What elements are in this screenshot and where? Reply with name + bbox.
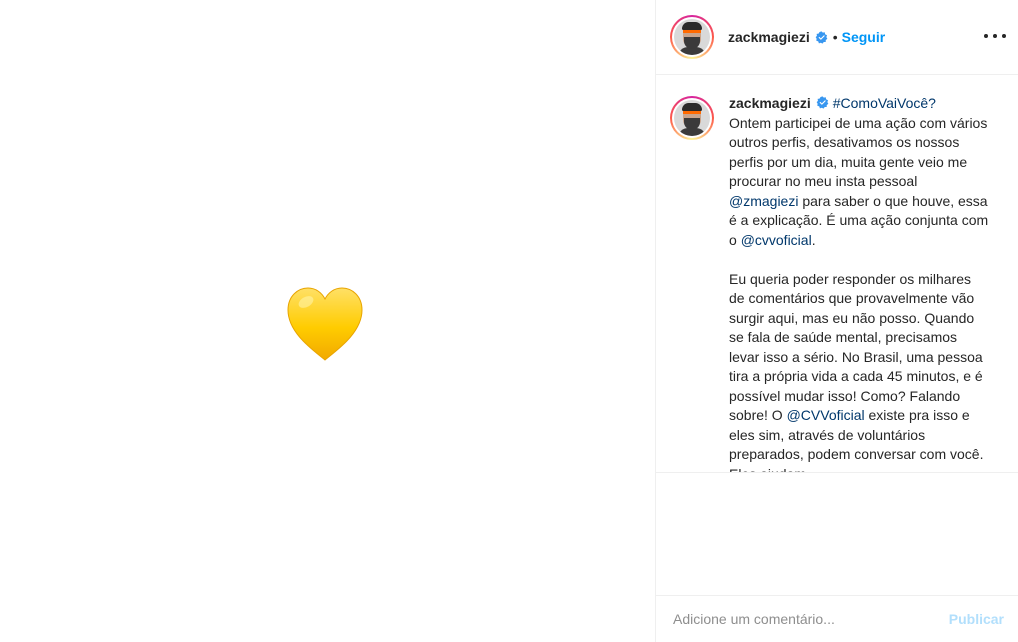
actions-area [656, 472, 1018, 594]
post-sidebar: zackmagiezi • Seguir zackmagiezi #ComoVa… [655, 0, 1018, 642]
instagram-post: zackmagiezi • Seguir zackmagiezi #ComoVa… [0, 0, 1018, 642]
follow-button[interactable]: Seguir [842, 29, 886, 45]
post-header: zackmagiezi • Seguir [656, 0, 1018, 75]
mention-link-zmagiezi[interactable]: @zmagiezi [729, 193, 798, 209]
separator-dot: • [832, 29, 838, 45]
post-caption: zackmagiezi #ComoVaiVocê? Ontem participe… [656, 76, 1018, 472]
caption-paragraph-1a: Ontem participei de uma ação com vários … [729, 114, 992, 190]
verified-badge-icon [815, 30, 828, 44]
caption-text: zackmagiezi #ComoVaiVocê? Ontem participe… [729, 94, 989, 472]
caption-avatar[interactable] [670, 96, 714, 140]
add-comment-bar: Publicar [656, 595, 1018, 642]
author-avatar[interactable] [670, 15, 714, 59]
mention-link-CVVoficial[interactable]: @CVVoficial [787, 407, 865, 423]
caption-username[interactable]: zackmagiezi [729, 95, 811, 111]
more-options-icon[interactable] [984, 26, 1006, 46]
comment-input[interactable] [673, 611, 949, 627]
caption-paragraph-2a: Eu queria poder responder os milhares de… [729, 270, 987, 424]
avatar-photo [674, 19, 710, 55]
hashtag-link[interactable]: #ComoVaiVocê? [833, 95, 936, 111]
publish-button[interactable]: Publicar [949, 611, 1004, 627]
comments-section[interactable]: zackmagiezi #ComoVaiVocê? Ontem participe… [656, 76, 1018, 472]
verified-badge-icon [816, 96, 829, 109]
post-media[interactable] [0, 0, 655, 642]
caption-paragraph-1c: . [811, 231, 816, 248]
yellow-heart-icon [287, 287, 363, 361]
mention-link-cvvoficial[interactable]: @cvvoficial [741, 232, 812, 248]
author-username[interactable]: zackmagiezi [728, 29, 810, 45]
avatar-photo [674, 100, 710, 136]
